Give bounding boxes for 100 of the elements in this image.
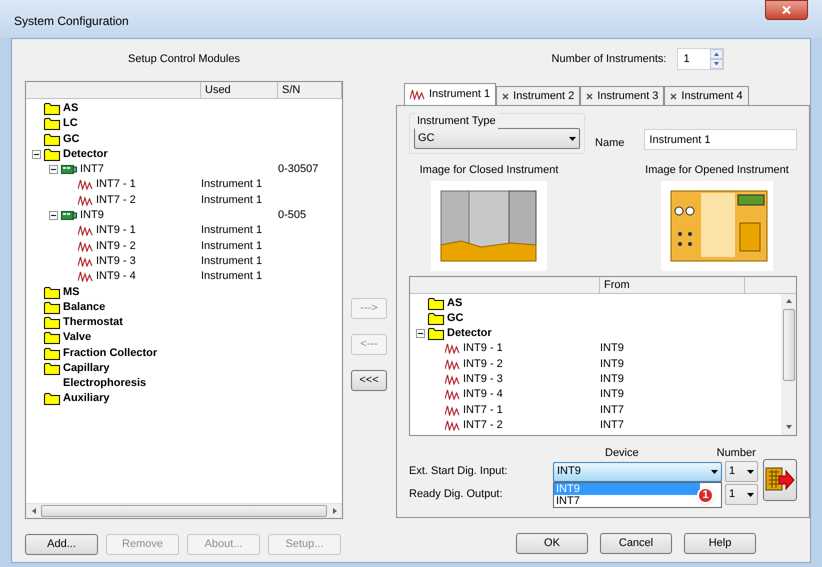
field-label: Ready Dig. Output: [409, 487, 504, 502]
tab[interactable]: Instrument 1 [404, 83, 496, 105]
tab[interactable]: Instrument 4 [664, 86, 749, 105]
collapse-icon[interactable] [49, 165, 58, 174]
tree-item-label[interactable]: INT9 [80, 208, 104, 224]
table-cell: Instrument 1 [201, 270, 262, 282]
folder-icon [44, 392, 60, 406]
table-cell: INT9 [600, 388, 624, 400]
tree-item-label[interactable]: Balance [63, 300, 106, 315]
instrument-type-select[interactable]: GC [414, 128, 580, 149]
section-heading: Setup Control Modules [128, 52, 240, 67]
tree-item-label[interactable]: GC [447, 310, 464, 326]
table-cell: INT9 [600, 342, 624, 354]
number-select[interactable]: 1 [725, 484, 758, 505]
tree-item-label[interactable]: AS [63, 101, 78, 116]
caret-icon [711, 470, 718, 474]
tree-item-label[interactable]: GC [63, 132, 80, 147]
peaks-icon [445, 343, 460, 354]
column-label: Number [716, 446, 756, 458]
tree-item-label[interactable]: INT9 - 2 [96, 238, 136, 254]
dropdown-option[interactable]: INT7 [554, 494, 700, 506]
tree-item-label[interactable]: INT7 - 1 [463, 402, 503, 418]
circuit-board-icon [61, 164, 77, 176]
tree-item-label[interactable]: INT7 - 2 [463, 418, 503, 433]
table-cell: Instrument 1 [201, 194, 262, 206]
dialog-button[interactable]: Help [684, 533, 756, 554]
window-title: System Configuration [14, 13, 129, 30]
collapse-icon[interactable] [416, 329, 425, 338]
peaks-icon [78, 194, 93, 206]
collapse-icon[interactable] [32, 150, 41, 159]
field-label: Number of Instruments: [552, 52, 666, 67]
tab[interactable]: Instrument 3 [580, 86, 664, 105]
tree-item-label[interactable]: INT9 - 4 [463, 387, 503, 402]
folder-icon [44, 286, 60, 299]
folder-icon [44, 117, 60, 130]
peaks-icon [78, 256, 93, 267]
peaks-icon [78, 179, 93, 190]
peaks-icon [410, 89, 425, 100]
tree-item-label[interactable]: Capillary Electrophoresis [63, 361, 173, 392]
column-header[interactable]: Used [201, 82, 278, 98]
tree-item-label[interactable]: INT9 - 4 [96, 269, 136, 284]
tree-item-label[interactable]: Fraction Collector [63, 346, 158, 361]
table-cell: INT9 [600, 372, 624, 385]
tree-item-label[interactable]: INT9 - 1 [463, 341, 503, 356]
folder-icon [428, 296, 444, 310]
tree-item-label[interactable]: INT9 - 3 [96, 254, 136, 269]
scroll-arrow-icon[interactable] [32, 508, 36, 514]
device-select[interactable]: INT9 [553, 462, 722, 482]
tree-item-label[interactable]: MS [63, 284, 80, 300]
close-icon [782, 6, 791, 14]
tree-item-label[interactable]: AS [447, 296, 462, 310]
tree-item-label[interactable]: Auxiliary [63, 391, 110, 406]
dialog-button[interactable]: Cancel [600, 533, 672, 554]
tree-item-label[interactable]: Detector [63, 146, 108, 162]
caret-icon [747, 470, 754, 474]
number-select[interactable]: 1 [725, 461, 758, 482]
peaks-icon [445, 374, 460, 385]
column-header[interactable]: S/N [278, 82, 342, 98]
group-label: Instrument Type [415, 113, 498, 130]
circuit-board-icon [61, 210, 77, 222]
assign-button[interactable] [763, 458, 797, 500]
table-cell: Instrument 1 [201, 178, 262, 190]
folder-icon [44, 148, 60, 161]
tree-item-label[interactable]: INT9 - 3 [463, 372, 503, 387]
tree-item-label[interactable]: INT9 - 2 [463, 356, 503, 372]
tree-item-label[interactable]: INT9 - 1 [96, 223, 136, 238]
field-label: Ext. Start Dig. Input: [409, 464, 508, 480]
close-button[interactable] [765, 0, 808, 20]
table-cell: 0-505 [278, 209, 306, 222]
tree-item-label[interactable]: Detector [447, 326, 492, 342]
folder-icon [428, 312, 444, 325]
vertical-scrollbar[interactable] [781, 294, 796, 434]
collapse-icon[interactable] [49, 211, 58, 220]
column-label: Device [605, 446, 639, 458]
tab[interactable]: Instrument 2 [496, 86, 580, 105]
scroll-arrow-icon[interactable] [332, 508, 336, 514]
scroll-arrow-icon[interactable] [786, 425, 792, 429]
image-caption: Image for Opened Instrument [645, 163, 789, 178]
tree-item-label[interactable]: LC [63, 116, 78, 132]
scroll-arrow-icon[interactable] [786, 299, 792, 303]
tree-item-label[interactable]: INT7 - 1 [96, 177, 136, 192]
table-cell: INT7 [600, 418, 624, 431]
dialog-button[interactable]: OK [516, 533, 588, 554]
peaks-icon [445, 389, 460, 400]
tree-item-label[interactable]: INT7 [80, 162, 104, 178]
dialog-button[interactable]: <<< [351, 370, 387, 391]
peaks-icon [445, 404, 460, 416]
horizontal-scrollbar[interactable] [26, 503, 342, 518]
folder-icon [44, 132, 60, 146]
tree-item-label[interactable]: INT7 - 2 [96, 192, 136, 208]
folder-icon [44, 331, 60, 344]
close-icon [670, 92, 678, 100]
peaks-icon [78, 240, 93, 252]
name-field[interactable]: Instrument 1 [644, 129, 797, 150]
tree-item-label[interactable]: Valve [63, 330, 92, 346]
dialog-button[interactable]: Add... [25, 534, 98, 555]
folder-icon [44, 316, 60, 330]
number-spinner[interactable]: 1 [677, 48, 724, 70]
caret-icon [569, 136, 576, 140]
tree-item-label[interactable]: Thermostat [63, 315, 123, 330]
